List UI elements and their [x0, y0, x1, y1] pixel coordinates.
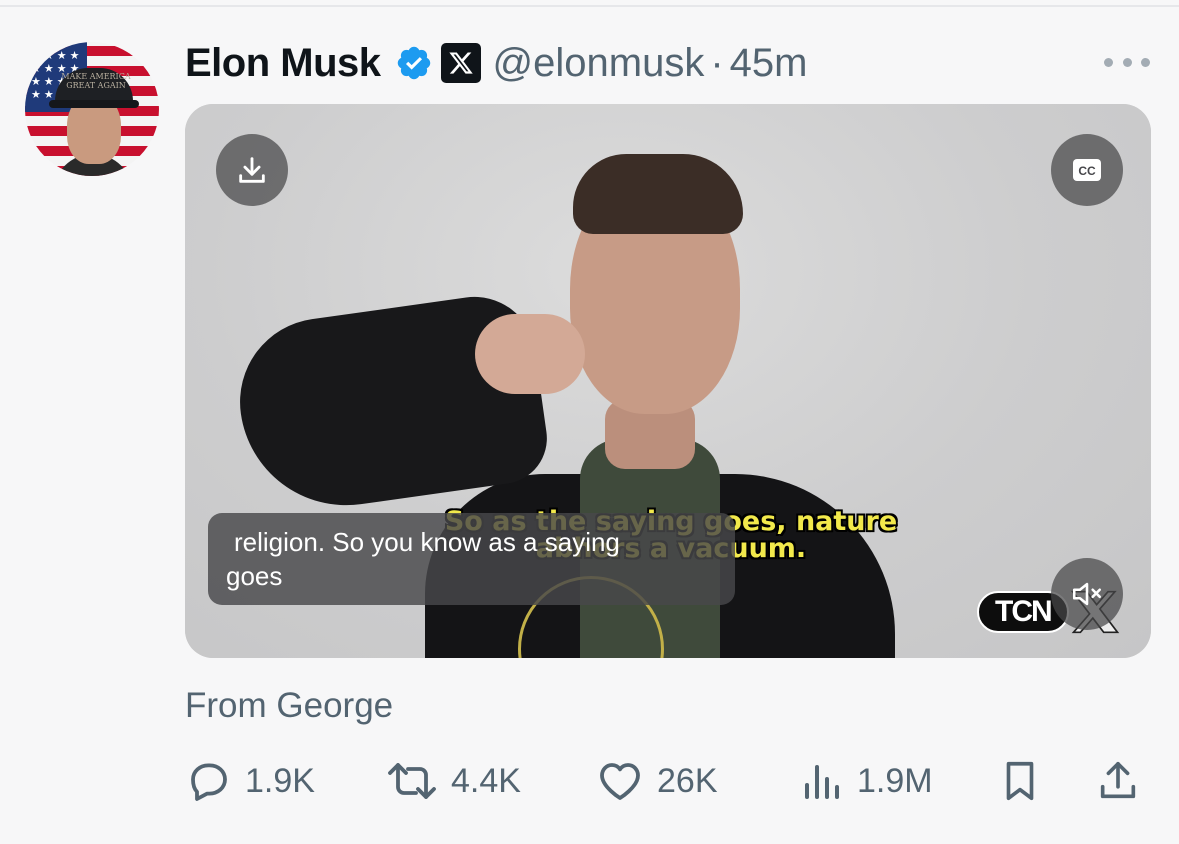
cc-icon: CC	[1073, 159, 1101, 181]
bookmark-icon	[1006, 761, 1034, 801]
video-player[interactable]: CC So as the saying goes, nature abhors …	[185, 104, 1151, 658]
caption-line2: goes	[226, 561, 283, 591]
separator-dot: ·	[710, 40, 724, 85]
download-button[interactable]	[216, 134, 288, 206]
svg-text:CC: CC	[1078, 164, 1096, 178]
reply-icon	[191, 763, 227, 801]
x-logo-icon	[440, 43, 481, 83]
reply-count: 1.9K	[245, 761, 315, 800]
post-header: Elon Musk @elonmusk · 45m	[185, 38, 807, 88]
verified-badge-icon	[397, 46, 430, 80]
like-icon	[600, 763, 640, 800]
closed-caption: religion. So you know as a saying goes	[208, 513, 735, 605]
mute-button[interactable]	[1051, 558, 1123, 630]
post-time[interactable]: 45m	[730, 41, 808, 86]
repost-icon	[388, 763, 436, 799]
more-icon[interactable]	[1104, 55, 1150, 69]
post-text: From George	[185, 686, 394, 725]
top-divider	[0, 5, 1179, 7]
author-name[interactable]: Elon Musk	[185, 41, 381, 86]
repost-button[interactable]: 4.4K	[385, 756, 521, 806]
download-icon	[239, 157, 265, 183]
avatar-hat-text: MAKE AMERICA GREAT AGAIN	[61, 72, 131, 90]
bookmark-button[interactable]	[997, 756, 1043, 806]
captions-button[interactable]: CC	[1051, 134, 1123, 206]
video-person-hair	[573, 154, 743, 234]
repost-count: 4.4K	[451, 761, 521, 800]
reply-button[interactable]: 1.9K	[185, 756, 315, 806]
views-button[interactable]: 1.9M	[797, 756, 933, 806]
share-button[interactable]	[1095, 756, 1141, 806]
caption-line1: religion. So you know as a saying	[234, 527, 620, 557]
video-person-hand	[475, 314, 585, 394]
author-handle[interactable]: @elonmusk	[493, 41, 705, 86]
like-button[interactable]: 26K	[595, 756, 718, 806]
action-bar: 1.9K 4.4K 26K 1.9M	[185, 756, 1145, 806]
views-icon	[805, 765, 839, 799]
like-count: 26K	[657, 761, 718, 800]
avatar-hat-brim	[49, 100, 139, 108]
views-count: 1.9M	[857, 761, 933, 800]
mute-icon	[1072, 582, 1102, 606]
share-icon	[1100, 761, 1136, 799]
avatar[interactable]: ★★★★ ★★★★ ★★★★ ★★★★ MAKE AMERICA GREAT A…	[25, 42, 159, 176]
